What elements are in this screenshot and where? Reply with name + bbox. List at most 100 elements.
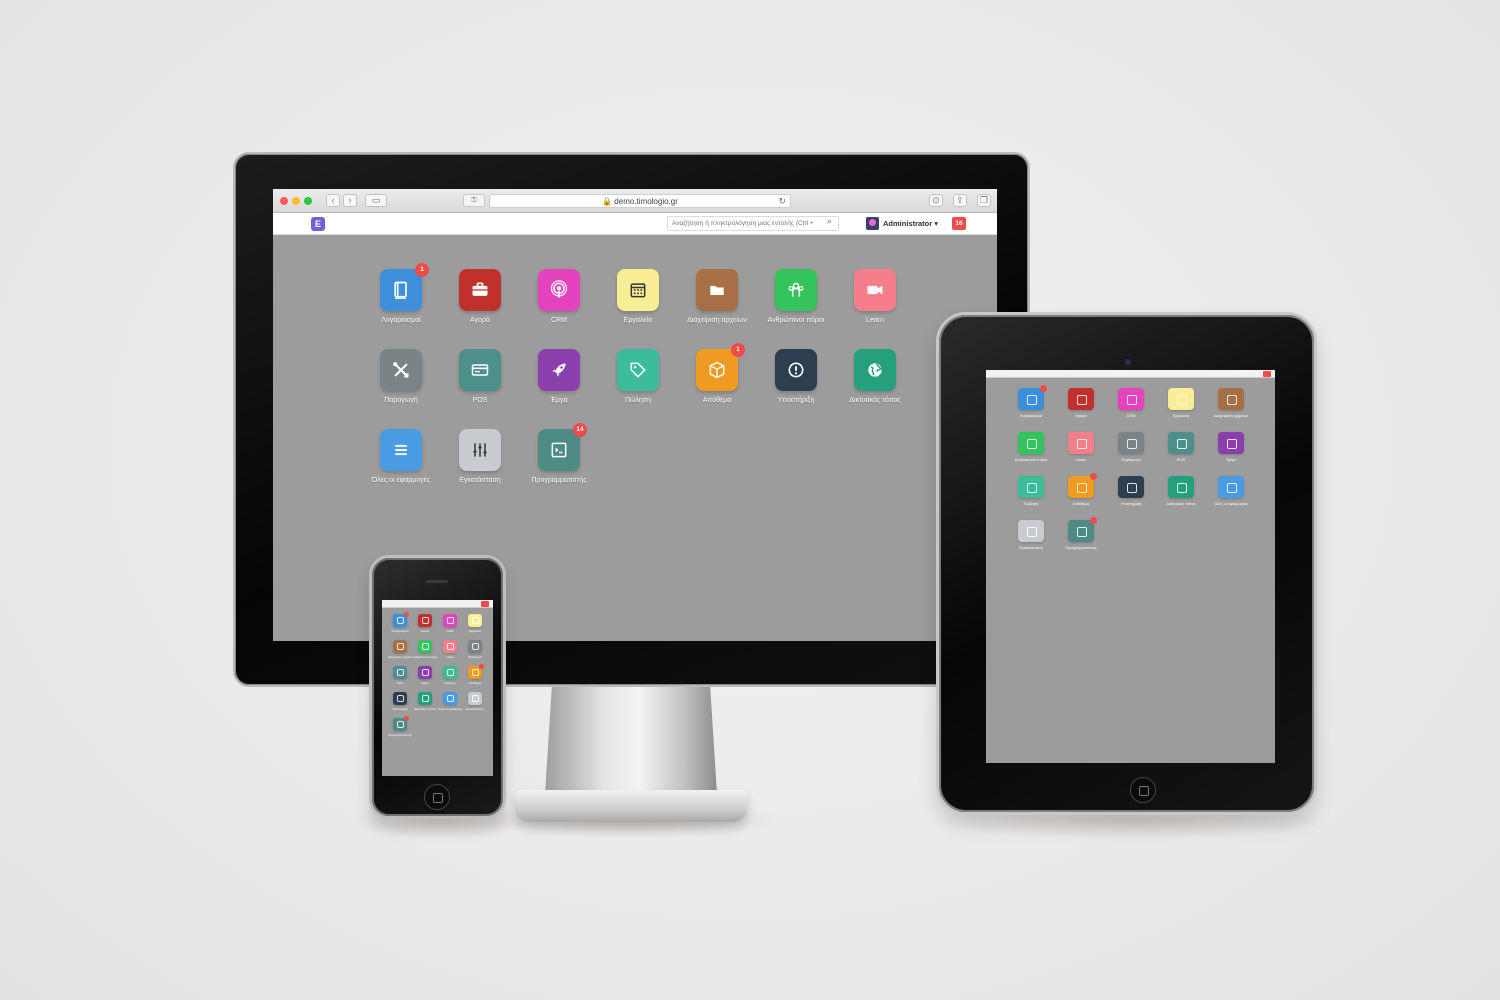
search-icon[interactable]: ⌕ — [827, 216, 832, 227]
phone-app-crm[interactable]: CRM — [438, 614, 462, 633]
sliders-icon — [473, 443, 487, 457]
app-file-manager[interactable]: Διαχείριση αρχείων — [672, 269, 762, 324]
app-tile[interactable] — [459, 269, 501, 311]
maximize-window-button[interactable] — [304, 196, 312, 205]
app-manufacturing[interactable]: Παραγωγή — [356, 349, 446, 404]
app-tile[interactable] — [775, 269, 817, 311]
tablet-app-setup[interactable]: Εγκατάσταση — [1008, 520, 1054, 550]
tabs-overview-button[interactable]: ❐ — [977, 194, 991, 207]
sidebar-toggle-button[interactable]: ▭ — [365, 194, 387, 207]
phone-app-developer[interactable]: Προγραμματιστής — [388, 716, 412, 737]
search-input[interactable] — [667, 216, 839, 231]
app-stock[interactable]: 1 Απόθεμα — [672, 343, 762, 404]
app-projects[interactable]: Έργα — [514, 349, 604, 404]
tablet-app-crm[interactable]: CRM — [1108, 388, 1154, 418]
app-label: Προγραμματιστής — [531, 477, 587, 484]
app-buying[interactable]: Αγορά — [435, 269, 525, 324]
app-setup[interactable]: Εγκατάσταση — [435, 429, 525, 484]
app-website[interactable]: Δικτυακός τόπος — [830, 349, 920, 404]
app-tile[interactable] — [854, 349, 896, 391]
tablet-app-manufacturing[interactable]: Παραγωγή — [1108, 432, 1154, 462]
phone-app-selling[interactable]: Πώληση — [438, 666, 462, 685]
back-button[interactable]: ‹ — [326, 194, 340, 207]
app-all-applications[interactable]: Όλες οι εφαρμογές — [356, 429, 446, 484]
app-tile[interactable] — [854, 269, 896, 311]
tablet-app-support[interactable]: Υποστήριξη — [1108, 476, 1154, 506]
app-tile[interactable] — [696, 269, 738, 311]
tablet-app-buying[interactable]: Αγορά — [1058, 388, 1104, 418]
app-tile[interactable] — [380, 349, 422, 391]
phone-app-file-manager[interactable]: Διαχείριση αρχείων — [388, 640, 412, 659]
share-button[interactable]: ⇪ — [953, 194, 967, 207]
app-accounts[interactable]: 1 Λογαριασμοί — [356, 263, 446, 324]
tablet-app-human-resources[interactable]: Ανθρώπινοι πόροι — [1008, 432, 1054, 462]
tablet-app-stock[interactable]: Απόθεμα — [1058, 473, 1104, 506]
phone-app-tools[interactable]: Εργαλεία — [463, 614, 487, 633]
reload-icon[interactable]: ↻ — [778, 195, 786, 208]
phone-app-support[interactable]: Υποστήριξη — [388, 692, 412, 711]
phone-app-learn[interactable]: Learn — [438, 640, 462, 659]
phone-app-stock[interactable]: Απόθεμα — [463, 664, 487, 685]
tablet-app-file-manager[interactable]: Διαχείριση αρχείων — [1208, 388, 1254, 418]
avatar[interactable] — [866, 217, 879, 230]
tablet-app-website[interactable]: Δικτυακός τόπος — [1158, 476, 1204, 506]
phone-app-accounts[interactable]: Λογαριασμοί — [388, 612, 412, 633]
podcast-icon — [550, 280, 568, 298]
tablet-app-all-applications[interactable]: Όλες οι εφαρμογές — [1208, 476, 1254, 506]
app-tile[interactable] — [380, 429, 422, 471]
app-logo[interactable]: E — [311, 217, 325, 231]
app-tile[interactable] — [617, 349, 659, 391]
downloads-button[interactable]: ⊙ — [929, 194, 943, 207]
app-tile[interactable] — [459, 429, 501, 471]
app-tile[interactable]: 1 — [696, 343, 745, 391]
browser-toolbar: ‹ › ▭ ⚿ 🔒 demo.timologio.gr ↻ ⊙ ⇪ ❐ — [273, 189, 997, 213]
tablet-app-learn[interactable]: Learn — [1058, 432, 1104, 462]
lock-icon: 🔒 — [602, 197, 613, 206]
tablet-app-accounts[interactable]: Λογαριασμοί — [1008, 385, 1054, 418]
app-tile[interactable]: 1 — [380, 263, 429, 311]
tablet-app-pos[interactable]: POS — [1158, 432, 1204, 462]
phone-app-all-applications[interactable]: Όλες οι εφαρμογές — [438, 692, 462, 711]
notification-badge — [1263, 371, 1271, 377]
tablet-home-button[interactable] — [1130, 777, 1156, 803]
app-pos[interactable]: POS — [435, 349, 525, 404]
app-tile[interactable] — [538, 349, 580, 391]
speaker-grille — [426, 580, 448, 583]
user-menu[interactable]: Administrator ▾ — [883, 219, 938, 228]
address-bar[interactable]: 🔒 demo.timologio.gr ↻ — [489, 194, 791, 208]
app-tile[interactable] — [538, 269, 580, 311]
phone-app-website[interactable]: Δικτυακός τόπος — [413, 692, 437, 711]
close-window-button[interactable] — [280, 196, 288, 205]
phone-app-setup[interactable]: Εγκατάσταση — [463, 692, 487, 711]
app-tools[interactable]: Εργαλεία — [593, 269, 683, 324]
phone-app-pos[interactable]: POS — [388, 666, 412, 685]
password-key-button[interactable]: ⚿ — [463, 194, 485, 207]
app-tile[interactable] — [775, 349, 817, 391]
phone-app-human-resources[interactable]: Ανθρώπινοι πόροι — [413, 640, 437, 659]
tablet-app-projects[interactable]: Έργα — [1208, 432, 1254, 462]
app-label: Ανθρώπινοι πόροι — [767, 317, 825, 324]
tablet-app-developer[interactable]: Προγραμματιστής — [1058, 517, 1104, 550]
phone-home-button[interactable] — [424, 784, 450, 810]
phone-app-manufacturing[interactable]: Παραγωγή — [463, 640, 487, 659]
phone-app-buying[interactable]: Αγορά — [413, 614, 437, 633]
app-selling[interactable]: Πώληση — [593, 349, 683, 404]
app-support[interactable]: Υποστήριξη — [751, 349, 841, 404]
app-label: Διαχείριση αρχείων — [687, 317, 747, 324]
tablet-app-selling[interactable]: Πώληση — [1008, 476, 1054, 506]
app-developer[interactable]: 14 Προγραμματιστής — [514, 423, 604, 484]
app-crm[interactable]: CRM — [514, 269, 604, 324]
tablet-app-tools[interactable]: Εργαλεία — [1158, 388, 1204, 418]
app-learn[interactable]: Learn — [830, 269, 920, 324]
app-tile[interactable] — [459, 349, 501, 391]
forward-button[interactable]: › — [343, 194, 357, 207]
minimize-window-button[interactable] — [292, 196, 300, 205]
phone-app-projects[interactable]: Έργα — [413, 666, 437, 685]
globe-icon — [868, 363, 882, 377]
app-human-resources[interactable]: Ανθρώπινοι πόροι — [751, 269, 841, 324]
app-tile[interactable] — [617, 269, 659, 311]
folder-icon — [710, 285, 724, 295]
video-icon — [867, 285, 883, 295]
app-tile[interactable]: 14 — [538, 423, 587, 471]
notification-badge[interactable]: 16 — [952, 217, 966, 230]
